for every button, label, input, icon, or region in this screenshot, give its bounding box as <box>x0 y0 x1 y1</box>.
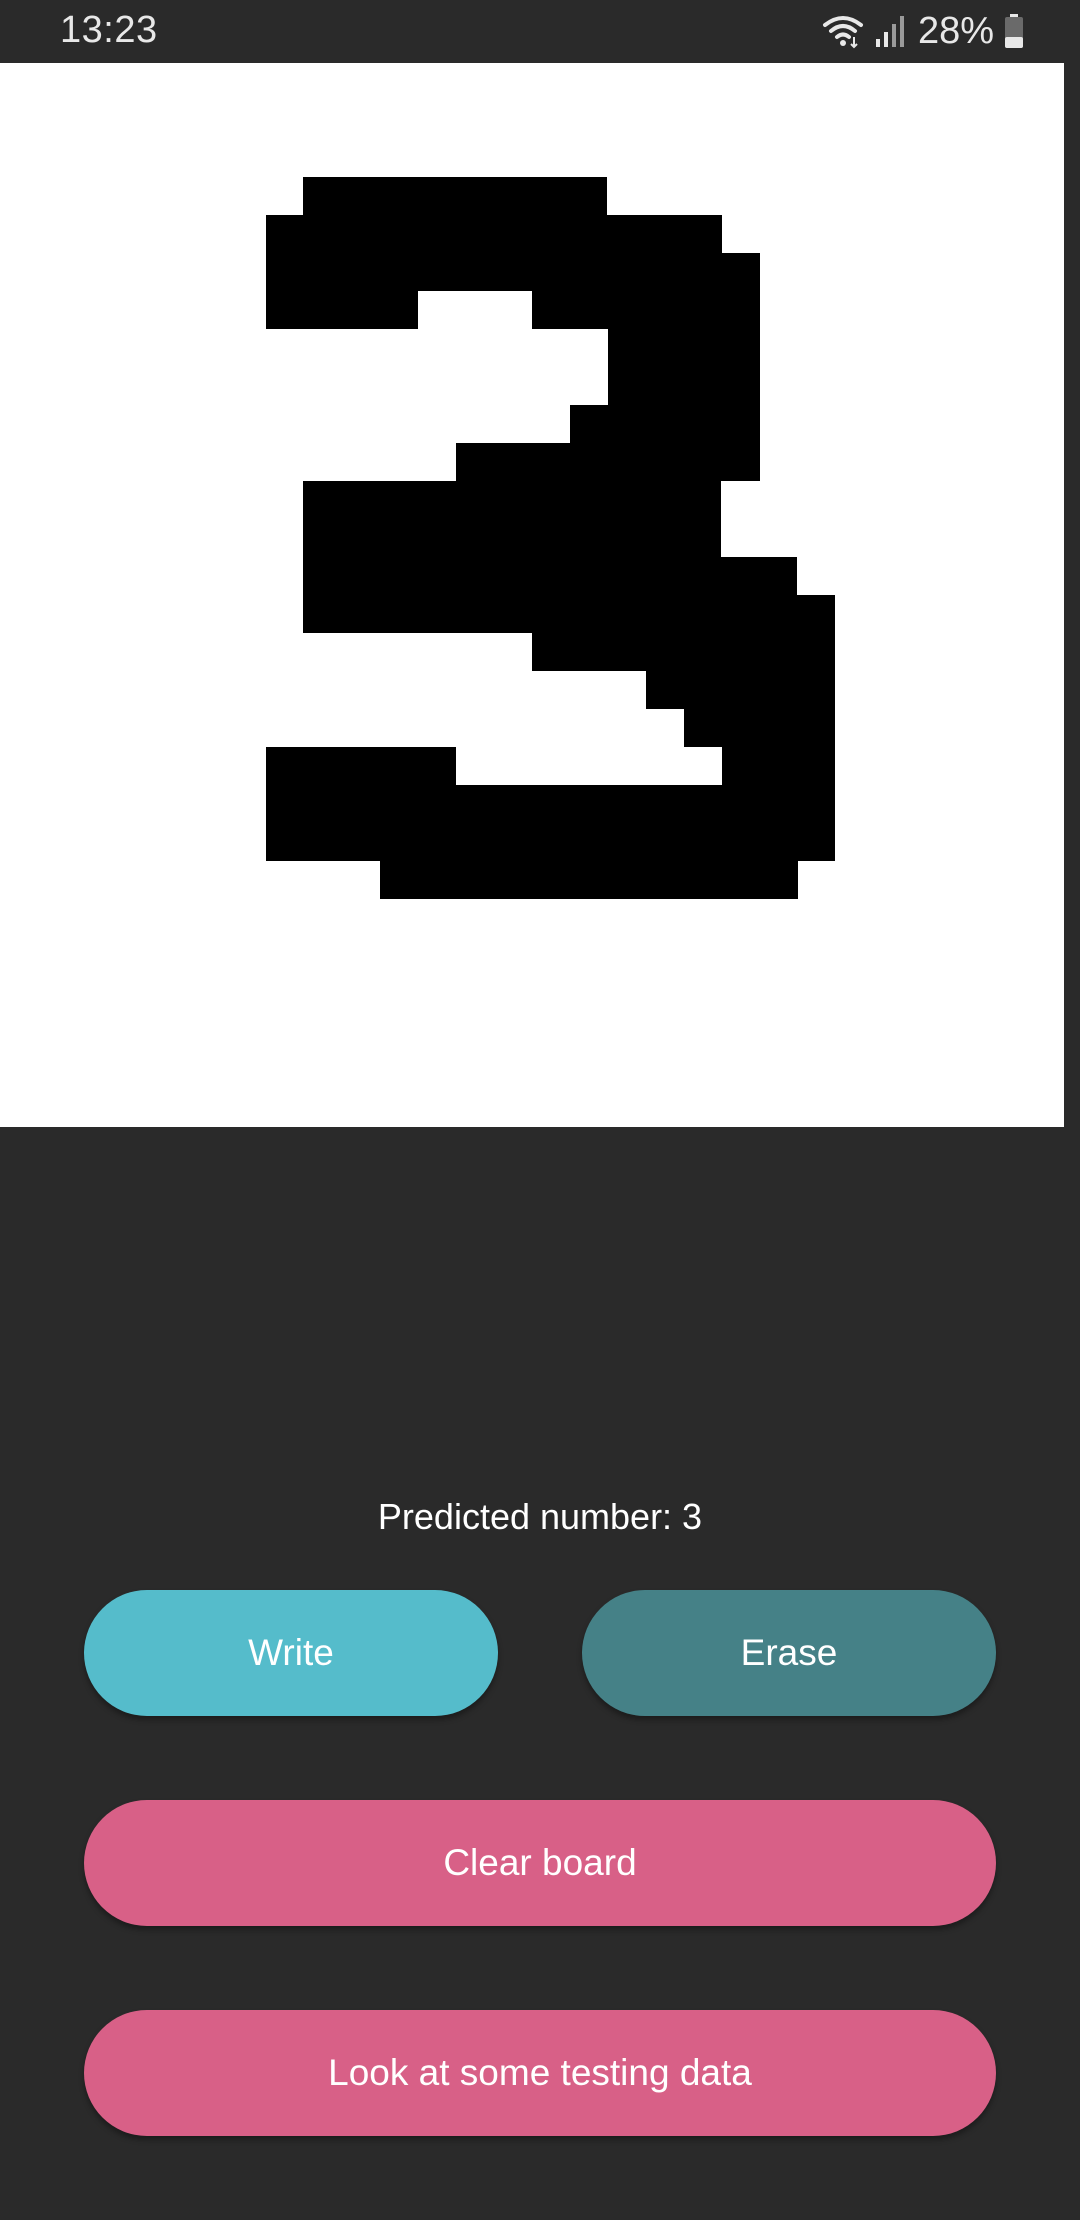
ink-stroke <box>266 747 456 785</box>
ink-stroke <box>646 671 835 709</box>
status-time: 13:23 <box>60 9 158 51</box>
ink-stroke <box>266 291 418 329</box>
ink-stroke <box>266 253 760 291</box>
status-bar: 13:23 28% <box>0 0 1080 63</box>
ink-stroke <box>303 557 797 595</box>
drawn-digit <box>266 177 835 899</box>
erase-button[interactable]: Erase <box>582 1590 996 1716</box>
drawing-canvas[interactable] <box>0 63 1064 1127</box>
battery-icon <box>1005 14 1023 48</box>
ink-stroke <box>303 177 607 215</box>
ink-stroke <box>532 633 835 671</box>
ink-stroke <box>456 443 760 481</box>
ink-stroke <box>380 861 798 899</box>
ink-stroke <box>532 291 760 329</box>
ink-stroke <box>266 785 835 861</box>
ink-stroke <box>570 405 760 443</box>
write-button[interactable]: Write <box>84 1590 498 1716</box>
ink-stroke <box>722 747 835 785</box>
ink-stroke <box>608 329 760 405</box>
clear-board-button[interactable]: Clear board <box>84 1800 996 1926</box>
predicted-number-label: Predicted number: 3 <box>377 1496 703 1537</box>
ink-stroke <box>303 595 835 633</box>
status-icons: 28% <box>822 8 1024 54</box>
battery-percent: 28% <box>917 9 994 52</box>
ink-stroke <box>266 215 722 253</box>
wifi-icon <box>822 16 863 49</box>
ink-stroke <box>684 709 835 747</box>
testing-data-button[interactable]: Look at some testing data <box>84 2010 996 2136</box>
ink-stroke <box>303 481 721 557</box>
signal-icon <box>875 16 904 47</box>
